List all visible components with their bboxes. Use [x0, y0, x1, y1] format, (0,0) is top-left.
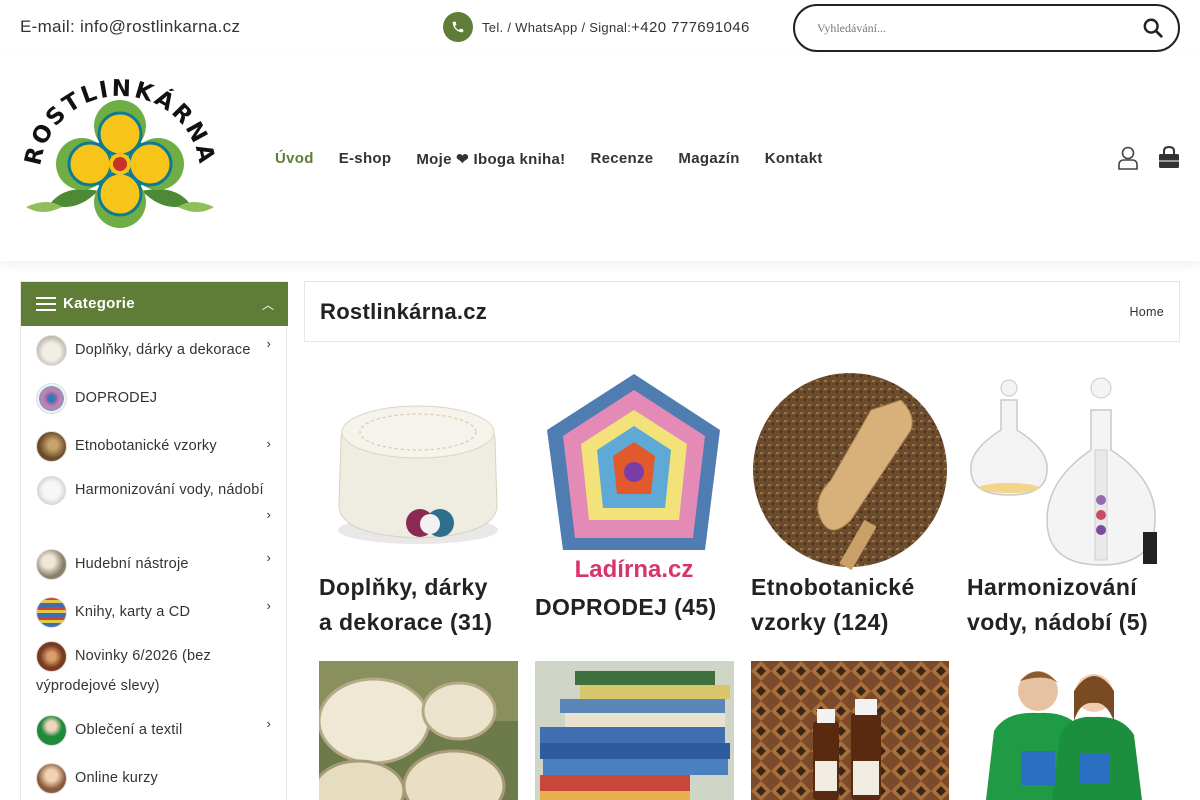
- category-thumb: [36, 596, 67, 628]
- category-tile-oleje[interactable]: [751, 661, 949, 800]
- nav-iboga-kniha[interactable]: Moje ❤ Iboga kniha!: [416, 150, 565, 168]
- category-label: Hudební nástroje: [75, 556, 189, 573]
- category-tile-doprodej[interactable]: Ladírna.cz DOPRODEJ (45): [535, 370, 735, 640]
- menu-icon: [36, 297, 56, 311]
- contact-phone[interactable]: Tel. / WhatsApp / Signal: +420 777691046: [443, 12, 750, 42]
- chevron-right-icon[interactable]: ›: [266, 700, 271, 748]
- category-image[interactable]: [312, 661, 518, 800]
- category-image[interactable]: [751, 661, 949, 800]
- cart-icon[interactable]: [1157, 145, 1181, 170]
- page-title: Rostlinkárna.cz: [320, 299, 488, 324]
- category-thumb: [36, 334, 67, 366]
- category-image[interactable]: [535, 661, 734, 800]
- breadcrumb[interactable]: Home: [1129, 305, 1164, 319]
- category-item-etnobotanicke[interactable]: Etnobotanické vzorky ›: [21, 422, 286, 470]
- nav-kontakt[interactable]: Kontakt: [765, 150, 823, 168]
- chevron-right-icon[interactable]: ›: [266, 320, 271, 368]
- category-tile-doplnky[interactable]: Doplňky, dárky a dekorace (31): [319, 370, 519, 640]
- category-tile-knihy[interactable]: [535, 661, 734, 800]
- category-item-novinky[interactable]: Novinky 6/2026 (bez výprodejové slevy): [21, 636, 286, 706]
- category-thumb: [36, 430, 67, 462]
- nav-uvod[interactable]: Úvod: [275, 150, 314, 168]
- search-icon[interactable]: [1142, 17, 1166, 41]
- category-thumb: [36, 641, 67, 672]
- category-image[interactable]: [967, 370, 1165, 570]
- category-image[interactable]: [751, 370, 949, 571]
- main-nav: Úvod E-shop Moje ❤ Iboga kniha! Recenze …: [275, 150, 848, 168]
- category-thumb: [36, 714, 67, 746]
- category-thumb: [36, 548, 67, 580]
- category-tile-etnobotanicke[interactable]: Etnobotanické vzorky (124): [751, 370, 951, 640]
- chevron-right-icon[interactable]: ›: [266, 500, 271, 529]
- category-tile-title[interactable]: Harmonizování vody, nádobí (5): [967, 570, 1148, 640]
- category-label: Harmonizování vody, nádobí: [75, 482, 264, 498]
- category-thumb: [36, 475, 67, 506]
- category-label: Etnobotanické vzorky: [75, 438, 217, 455]
- category-label: DOPRODEJ: [75, 390, 158, 407]
- site-logo[interactable]: ROSTLINKÁRNA: [20, 76, 220, 239]
- page-header: Rostlinkárna.cz Home: [304, 281, 1180, 342]
- category-tile-title[interactable]: Doplňky, dárky a dekorace (31): [319, 570, 492, 640]
- nav-recenze[interactable]: Recenze: [590, 150, 653, 168]
- category-tile-title[interactable]: Etnobotanické vzorky (124): [751, 570, 915, 640]
- category-list: Doplňky, dárky a dekorace › DOPRODEJ Etn…: [21, 326, 286, 800]
- category-item-knihy[interactable]: Knihy, karty a CD ›: [21, 588, 286, 636]
- contact-email[interactable]: E-mail: info@rostlinkarna.cz: [20, 17, 240, 37]
- category-item-harmonizovani[interactable]: Harmonizování vody, nádobí ›: [21, 470, 286, 540]
- image-caption: Ladírna.cz: [575, 556, 694, 583]
- category-item-doplnky[interactable]: Doplňky, dárky a dekorace ›: [21, 326, 286, 374]
- nav-magazin[interactable]: Magazín: [678, 150, 739, 168]
- nav-eshop[interactable]: E-shop: [339, 150, 392, 168]
- category-image[interactable]: [966, 661, 1167, 800]
- category-tile-obleceni[interactable]: [966, 661, 1167, 800]
- phone-label: Tel. / WhatsApp / Signal:: [482, 19, 632, 35]
- category-item-online-kurzy[interactable]: Online kurzy: [21, 754, 286, 800]
- category-tile-hudebni-nastroje[interactable]: [312, 661, 518, 800]
- category-image[interactable]: Ladírna.cz: [535, 370, 733, 583]
- category-sidebar: Kategorie ︿ Doplňky, dárky a dekorace › …: [20, 281, 288, 800]
- phone-icon: [443, 12, 473, 42]
- category-label: Knihy, karty a CD: [75, 604, 191, 621]
- phone-number[interactable]: +420 777691046: [631, 19, 750, 36]
- chevron-right-icon[interactable]: ›: [266, 582, 271, 630]
- category-item-doprodej[interactable]: DOPRODEJ: [21, 374, 286, 422]
- category-image[interactable]: [319, 370, 517, 570]
- category-title: Kategorie: [63, 295, 135, 312]
- chevron-up-icon: ︿: [261, 298, 274, 312]
- category-label: Online kurzy: [75, 770, 158, 787]
- search-box: [793, 4, 1180, 52]
- category-thumb: [36, 762, 67, 794]
- chevron-right-icon[interactable]: ›: [266, 534, 271, 582]
- search-input[interactable]: [817, 17, 1137, 39]
- category-item-hudebni-nastroje[interactable]: Hudební nástroje ›: [21, 540, 286, 588]
- user-icon[interactable]: [1117, 146, 1139, 170]
- category-thumb: [36, 382, 67, 414]
- chevron-right-icon[interactable]: ›: [266, 420, 271, 468]
- category-tile-harmonizovani[interactable]: Harmonizování vody, nádobí (5): [967, 370, 1167, 640]
- category-label: Doplňky, dárky a dekorace: [75, 342, 251, 359]
- category-tile-title[interactable]: DOPRODEJ (45): [535, 590, 717, 625]
- category-label: Oblečení a textil: [75, 722, 183, 739]
- category-header[interactable]: Kategorie ︿: [21, 282, 288, 326]
- site-header: ROSTLINKÁRNA Úvod E-shop Moje ❤ Iboga kn…: [0, 55, 1200, 261]
- top-bar: E-mail: info@rostlinkarna.cz Tel. / What…: [0, 0, 1200, 55]
- category-item-obleceni[interactable]: Oblečení a textil ›: [21, 706, 286, 754]
